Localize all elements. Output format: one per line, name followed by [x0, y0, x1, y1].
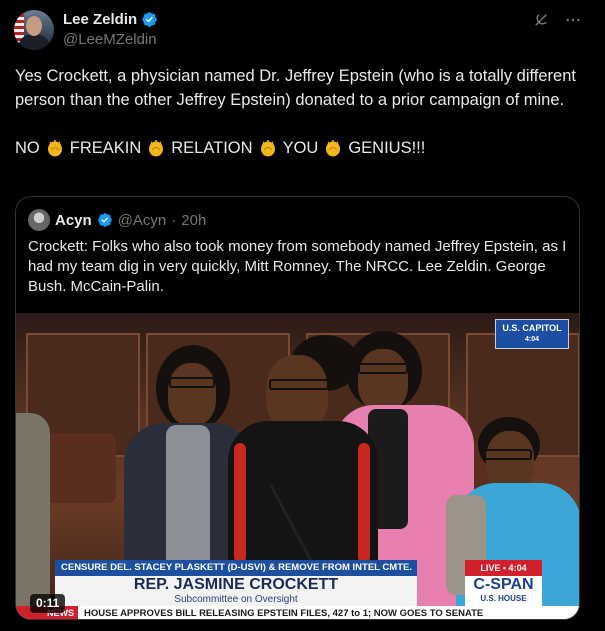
chyron-subtitle: Subcommittee on Oversight [174, 594, 298, 605]
chyron-topic: CENSURE DEL. STACEY PLASKETT (D-USVI) & … [55, 560, 417, 576]
author-name[interactable]: Lee Zeldin [63, 11, 137, 28]
quoted-author-avatar[interactable] [28, 209, 50, 231]
ticker-text: HOUSE APPROVES BILL RELEASING EPSTEIN FI… [84, 608, 484, 619]
post: Lee Zeldin @LeeMZeldin Yes Crockett, a p… [0, 0, 605, 631]
tweet-paragraph-1: Yes Crockett, a physician named Dr. Jeff… [15, 67, 576, 109]
quoted-post-header: Acyn @Acyn · 20h [28, 209, 206, 231]
more-icon[interactable] [563, 10, 583, 30]
post-actions-top [531, 10, 583, 30]
cspan-logo-sub: U.S. HOUSE [480, 594, 527, 603]
us-capitol-bug-time: 4:04 [524, 336, 539, 343]
tweet-word: NO [15, 139, 40, 157]
cspan-logo-text: C-SPAN [473, 576, 534, 593]
verified-badge-icon [142, 12, 157, 27]
clap-emoji-icon [260, 140, 275, 157]
video-timestamp: 0:11 [30, 594, 66, 613]
quoted-post-text: Crockett: Folks who also took money from… [28, 238, 567, 295]
tweet-word: GENIUS!!! [348, 139, 426, 157]
chyron-name: REP. JASMINE CROCKETT [133, 576, 339, 593]
cspan-logo: C-SPAN U.S. HOUSE [465, 576, 542, 606]
live-indicator: LIVE • 4:04 [465, 560, 542, 576]
news-ticker: NEWS HOUSE APPROVES BILL RELEASING EPSTE… [16, 606, 579, 619]
chyron-nameplate: REP. JASMINE CROCKETT Subcommittee on Ov… [55, 576, 417, 606]
quoted-post[interactable]: Acyn @Acyn · 20h Crockett: Folks who als… [15, 196, 580, 620]
quoted-post-time[interactable]: 20h [181, 212, 206, 229]
video-player[interactable]: U.S. CAPITOL 4:04 CENSURE DEL. STACEY PL… [16, 313, 579, 619]
us-capitol-bug: U.S. CAPITOL 4:04 [495, 319, 569, 349]
separator-dot: · [171, 211, 177, 229]
clap-emoji-icon [149, 140, 164, 157]
grok-icon[interactable] [531, 10, 551, 30]
clap-emoji-icon [47, 140, 62, 157]
quoted-author-handle[interactable]: @Acyn [118, 212, 167, 229]
author-handle[interactable]: @LeeMZeldin [63, 31, 157, 48]
author-avatar[interactable] [14, 10, 54, 50]
author-name-row: Lee Zeldin [63, 11, 158, 28]
clap-emoji-icon [326, 140, 341, 157]
tweet-body: Yes Crockett, a physician named Dr. Jeff… [15, 64, 590, 160]
tweet-paragraph-2: NO FREAKIN RELATION YOU GENIUS!!! [15, 136, 590, 160]
tweet-word: RELATION [171, 139, 253, 157]
quoted-author-name[interactable]: Acyn [55, 212, 92, 229]
tweet-word: YOU [282, 139, 319, 157]
verified-badge-icon [97, 213, 112, 227]
tweet-word: FREAKIN [69, 139, 142, 157]
